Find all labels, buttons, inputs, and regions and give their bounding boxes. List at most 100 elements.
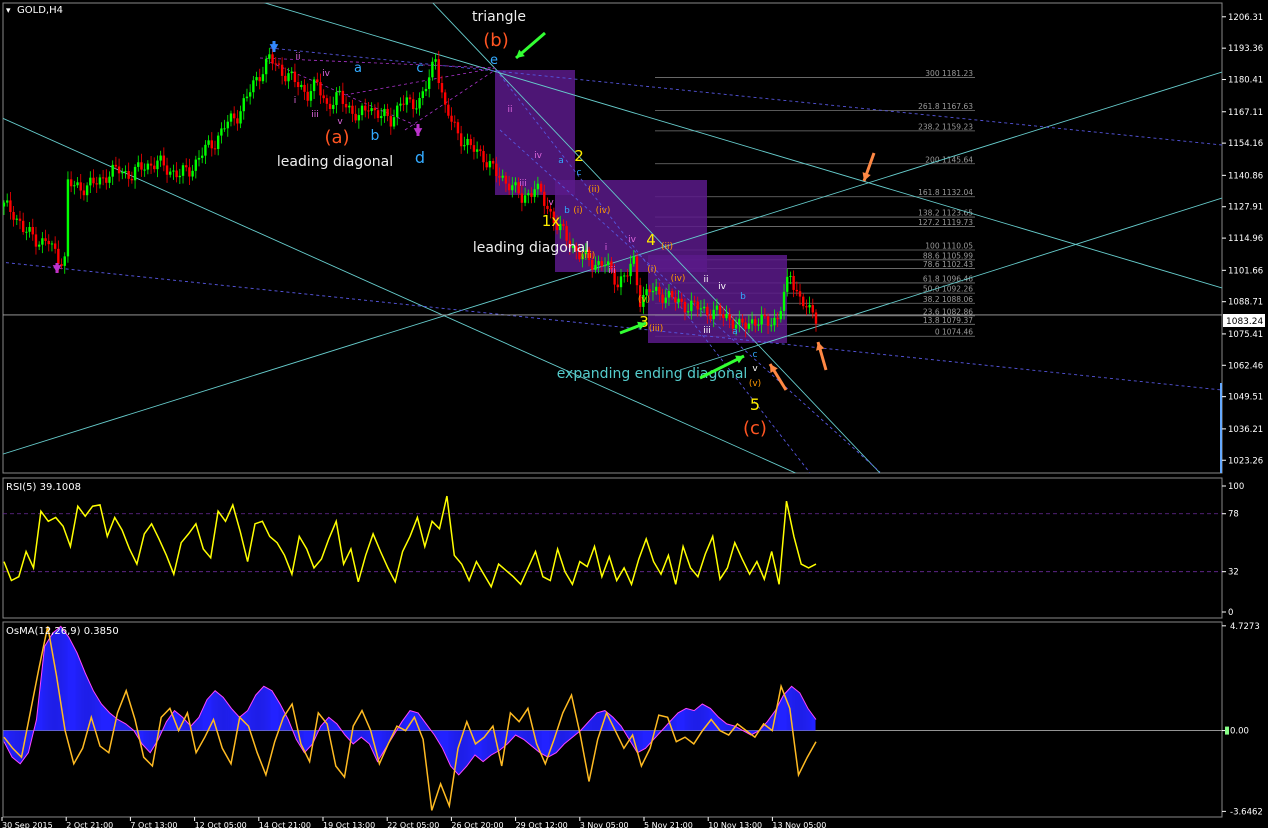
wave-subannotation: a	[558, 156, 564, 166]
candle-body	[268, 54, 271, 59]
candle-body	[629, 263, 632, 277]
candle-body	[744, 322, 747, 329]
candle-body	[766, 316, 770, 326]
candle-body	[133, 166, 137, 181]
price-tick-label: 1127.91	[1228, 203, 1263, 213]
wave-subannotation: (v)	[749, 379, 761, 389]
candle-body	[725, 313, 728, 319]
candle-body	[421, 91, 424, 98]
candle-body	[232, 113, 236, 119]
candle-body	[485, 162, 488, 168]
candle-body	[626, 275, 629, 277]
wave-annotation: c	[416, 61, 423, 76]
candle-body	[747, 323, 751, 329]
wave-annotation: e	[490, 53, 498, 68]
candle-body	[332, 104, 335, 109]
wave-subannotation: b	[564, 206, 570, 216]
candle-body	[169, 171, 172, 175]
candle-body	[124, 170, 127, 173]
candle-body	[207, 140, 210, 145]
candle-body	[514, 182, 517, 186]
symbol-dropdown-icon[interactable]: ▾	[6, 6, 11, 16]
wave-subannotation: iv	[628, 235, 637, 245]
candle-body	[680, 298, 683, 302]
price-tick-label: 1023.26	[1228, 456, 1263, 466]
candle-body	[242, 98, 245, 112]
candle-body	[258, 77, 261, 82]
wave-annotation: triangle	[472, 9, 526, 25]
candle-body	[31, 227, 34, 235]
candle-body	[223, 128, 226, 130]
candle-body	[440, 83, 444, 93]
candle-body	[5, 200, 9, 203]
wave-subannotation: (i)	[573, 206, 583, 216]
candle-body	[66, 179, 70, 257]
candle-body	[415, 108, 418, 110]
time-tick-label: 19 Oct 13:00	[323, 821, 375, 828]
candle-body	[364, 105, 367, 111]
candle-body	[89, 177, 92, 186]
candle-body	[172, 170, 175, 172]
candle-body	[565, 226, 568, 241]
candle-body	[335, 92, 338, 105]
candle-body	[776, 317, 779, 320]
candle-body	[82, 190, 86, 196]
candle-body	[37, 244, 41, 247]
candle-body	[667, 291, 671, 298]
candle-body	[44, 238, 47, 241]
wave-subannotation: iv	[534, 151, 543, 161]
candle-body	[757, 324, 760, 326]
candle-body	[459, 133, 463, 147]
candle-body	[709, 315, 712, 320]
candle-body	[376, 110, 380, 119]
candle-body	[105, 177, 108, 183]
osma-tick-label: 4.7273	[1230, 622, 1260, 632]
candle-body	[367, 110, 370, 112]
chart-window[interactable]: 300 1181.23 261.8 1167.63 238.2 1159.23 2 0 0…	[0, 0, 1268, 828]
candle-body	[411, 99, 415, 110]
candle-body	[18, 218, 22, 221]
candle-body	[341, 90, 345, 104]
candle-body	[114, 164, 118, 167]
background	[0, 0, 1268, 828]
fib-level-label: 261.8 1167.63	[918, 102, 973, 111]
candle-body	[9, 200, 12, 212]
candle-body	[507, 183, 511, 191]
candle-body	[220, 128, 223, 136]
wave-subannotation: iii	[608, 266, 616, 276]
osma-label: OsMA(12,26,9) 0.3850	[6, 626, 119, 637]
candle-body	[811, 305, 815, 313]
candle-body	[619, 276, 623, 288]
candle-body	[239, 111, 242, 124]
candle-body	[57, 248, 60, 265]
wave-subannotation: v	[752, 364, 758, 374]
candle-body	[245, 96, 249, 99]
fib-level-label: 38.2 1088.06	[923, 295, 973, 304]
time-tick-label: 2 Oct 21:00	[66, 821, 113, 828]
price-tick-label: 1062.46	[1228, 361, 1263, 371]
candle-body	[399, 103, 402, 106]
candle-body	[121, 172, 124, 174]
candle-body	[34, 234, 38, 247]
symbol-label: GOLD,H4	[17, 5, 63, 16]
candle-body	[303, 84, 306, 92]
candle-body	[728, 313, 731, 320]
candle-body	[92, 177, 95, 184]
candle-body	[651, 290, 655, 293]
candle-body	[111, 164, 114, 177]
candle-body	[408, 97, 412, 100]
candle-body	[527, 193, 530, 196]
candle-body	[181, 165, 185, 176]
candle-body	[654, 286, 658, 291]
candle-body	[453, 121, 456, 123]
candle-body	[418, 97, 421, 109]
candle-body	[683, 301, 687, 313]
wave-subannotation: c	[753, 350, 758, 360]
candle-body	[466, 138, 469, 146]
candle-body	[312, 79, 316, 92]
candle-body	[188, 167, 191, 177]
candle-body	[328, 103, 332, 109]
candle-body	[789, 275, 792, 277]
candle-body	[344, 103, 348, 108]
price-tick-label: 1180.41	[1228, 76, 1263, 86]
